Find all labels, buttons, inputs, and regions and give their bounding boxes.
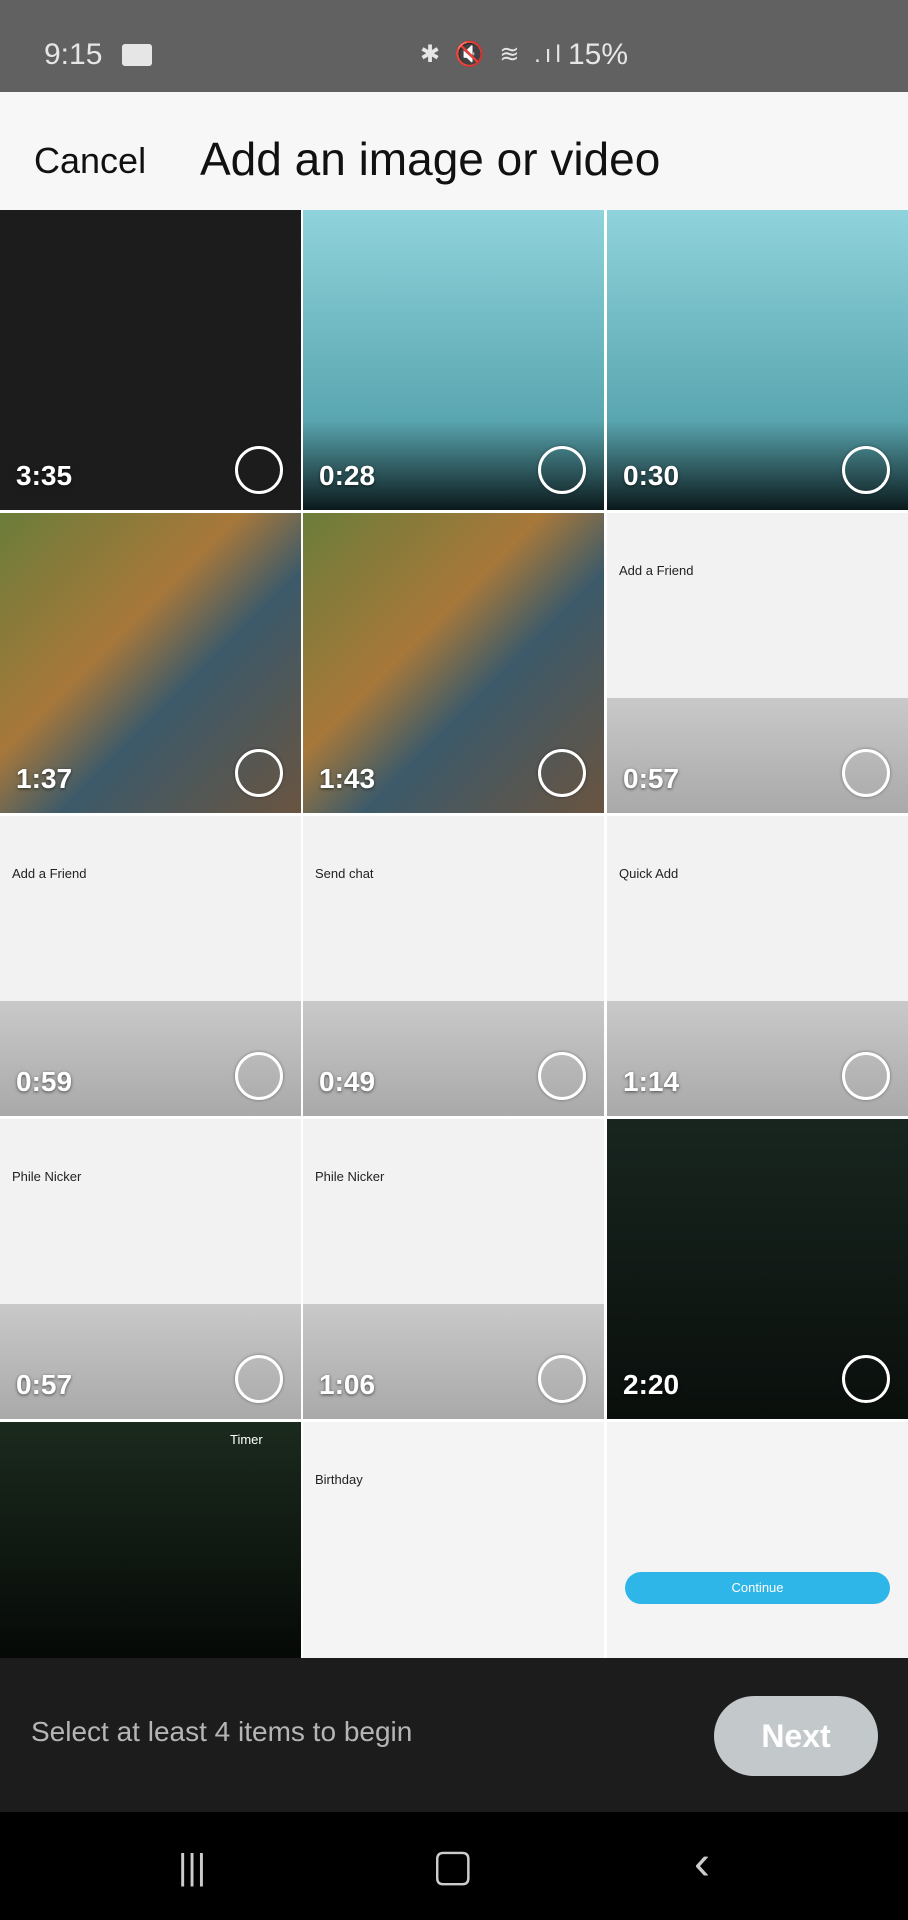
status-icons: ✱ 🔇 ≋ .ıl — [420, 41, 565, 68]
status-bar: 9:15 ✱ 🔇 ≋ .ıl 15% — [0, 0, 908, 92]
back-icon[interactable]: ‹ — [694, 1836, 710, 1891]
media-grid[interactable]: 3:35 0:28 0:30 1:37 1:43 Add a Friend 0:57 Add … — [0, 210, 908, 1658]
home-icon[interactable]: ▢ — [432, 1840, 474, 1891]
footer-bar: Select at least 4 items to begin Next — [0, 1658, 908, 1812]
recents-icon[interactable]: ||| — [178, 1846, 206, 1888]
video-duration: 3:35 — [16, 460, 73, 491]
video-duration: 0:57 — [16, 1369, 73, 1400]
thumbnail-text: Quick Add — [619, 866, 679, 881]
select-circle[interactable] — [235, 749, 283, 797]
select-circle[interactable] — [538, 749, 586, 797]
video-duration: 1:06 — [319, 1369, 376, 1400]
media-tile[interactable]: Timer — [0, 1422, 301, 1658]
video-camera-icon — [122, 44, 152, 66]
select-circle[interactable] — [538, 1052, 586, 1100]
thumbnail-text: Send chat — [315, 866, 374, 881]
thumbnail-text: Timer — [230, 1432, 263, 1447]
cancel-button[interactable]: Cancel — [34, 140, 146, 182]
video-duration: 0:59 — [16, 1066, 73, 1097]
header: Cancel Add an image or video — [0, 92, 908, 210]
select-circle[interactable] — [235, 446, 283, 494]
media-tile[interactable]: Phile Nicker 1:06 — [303, 1119, 604, 1419]
media-tile[interactable]: 3:35 — [0, 210, 301, 510]
video-duration: 1:43 — [319, 763, 376, 794]
media-tile[interactable]: Add a Friend 0:57 — [607, 513, 908, 813]
next-button[interactable]: Next — [714, 1696, 878, 1776]
media-tile[interactable]: Birthday — [303, 1422, 604, 1658]
media-tile[interactable]: 1:43 — [303, 513, 604, 813]
video-duration: 0:49 — [319, 1066, 376, 1097]
thumbnail-text: Add a Friend — [619, 563, 694, 578]
video-duration: 0:30 — [623, 460, 680, 491]
media-tile[interactable]: Send chat 0:49 — [303, 816, 604, 1116]
media-tile[interactable]: 0:30 — [607, 210, 908, 510]
thumbnail-text: Continue — [625, 1572, 890, 1604]
video-duration: 0:57 — [623, 763, 680, 794]
video-duration: 1:14 — [623, 1066, 680, 1097]
media-tile[interactable]: 2:20 — [607, 1119, 908, 1419]
select-circle[interactable] — [842, 749, 890, 797]
page-title: Add an image or video — [200, 133, 661, 185]
select-circle[interactable] — [842, 446, 890, 494]
thumbnail-text: Birthday — [315, 1472, 363, 1487]
clock: 9:15 — [44, 38, 103, 71]
media-tile[interactable]: 0:28 — [303, 210, 604, 510]
thumbnail-text: Phile Nicker — [315, 1169, 385, 1184]
media-tile[interactable]: Add a Friend 0:59 — [0, 816, 301, 1116]
media-tile[interactable]: Quick Add 1:14 — [607, 816, 908, 1116]
battery-level: 15% — [568, 38, 629, 71]
select-circle[interactable] — [842, 1355, 890, 1403]
select-circle[interactable] — [842, 1052, 890, 1100]
select-circle[interactable] — [235, 1052, 283, 1100]
media-tile[interactable]: 1:37 — [0, 513, 301, 813]
system-nav-bar: ||| ▢ ‹ — [0, 1812, 908, 1920]
video-duration: 2:20 — [623, 1369, 680, 1400]
media-tile[interactable]: Phile Nicker 0:57 — [0, 1119, 301, 1419]
thumbnail-text: Phile Nicker — [12, 1169, 82, 1184]
select-circle[interactable] — [235, 1355, 283, 1403]
media-tile[interactable]: Continue — [607, 1422, 908, 1658]
selection-hint: Select at least 4 items to begin — [31, 1716, 413, 1747]
video-duration: 1:37 — [16, 763, 73, 794]
select-circle[interactable] — [538, 1355, 586, 1403]
select-circle[interactable] — [538, 446, 586, 494]
video-duration: 0:28 — [319, 460, 376, 491]
thumbnail-text: Add a Friend — [12, 866, 87, 881]
